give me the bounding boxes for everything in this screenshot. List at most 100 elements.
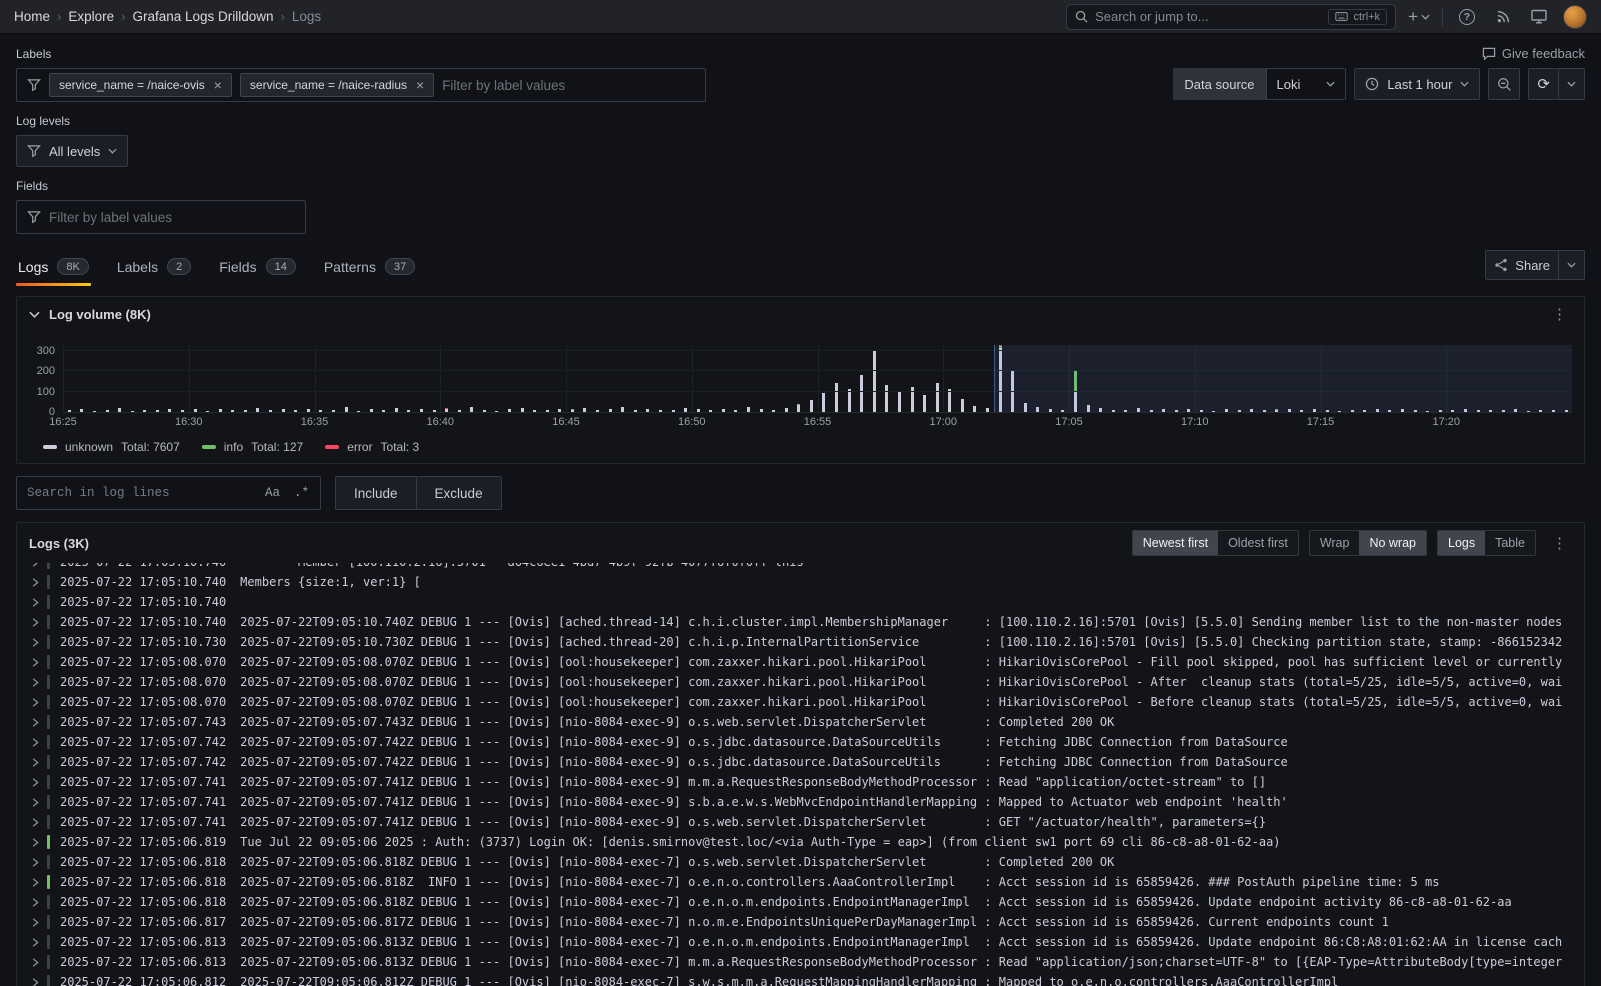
tab-logs[interactable]: Logs8K	[16, 254, 91, 286]
log-row[interactable]: 2025-07-22 17:05:08.0702025-07-22T09:05:…	[27, 652, 1584, 672]
volume-bar[interactable]	[403, 345, 416, 412]
log-row[interactable]: 2025-07-22 17:05:06.8172025-07-22T09:05:…	[27, 912, 1584, 932]
share-dropdown[interactable]	[1559, 251, 1584, 279]
share-main-segment[interactable]: Share	[1486, 251, 1558, 279]
volume-bar[interactable]	[365, 345, 378, 412]
expand-row-icon[interactable]	[30, 778, 40, 787]
volume-bar[interactable]	[264, 345, 277, 412]
volume-bar[interactable]	[855, 345, 868, 412]
volume-bar[interactable]	[830, 345, 843, 412]
match-case-button[interactable]: Aa	[258, 484, 287, 502]
volume-bar[interactable]	[868, 345, 881, 412]
new-menu-button[interactable]: +	[1408, 8, 1430, 25]
log-row[interactable]: 2025-07-22 17:05:06.8132025-07-22T09:05:…	[27, 932, 1584, 952]
volume-bar[interactable]	[969, 345, 982, 412]
volume-bar[interactable]	[755, 345, 768, 412]
volume-bar[interactable]	[377, 345, 390, 412]
log-row[interactable]: 2025-07-22 17:05:08.0702025-07-22T09:05:…	[27, 672, 1584, 692]
breadcrumb-item[interactable]: Grafana Logs Drilldown	[132, 9, 273, 24]
volume-bar[interactable]	[491, 345, 504, 412]
log-row[interactable]: 2025-07-22 17:05:06.8182025-07-22T09:05:…	[27, 852, 1584, 872]
volume-bar[interactable]	[189, 345, 202, 412]
volume-bar[interactable]	[793, 345, 806, 412]
log-row[interactable]: 2025-07-22 17:05:07.7422025-07-22T09:05:…	[27, 732, 1584, 752]
time-range-picker[interactable]: Last 1 hour	[1354, 68, 1480, 100]
expand-row-icon[interactable]	[30, 898, 40, 907]
volume-bar[interactable]	[642, 345, 655, 412]
volume-bar[interactable]	[252, 345, 265, 412]
tab-fields[interactable]: Fields14	[217, 254, 298, 286]
volume-bar[interactable]	[528, 345, 541, 412]
volume-bar[interactable]	[466, 345, 479, 412]
collapse-chevron-icon[interactable]	[29, 311, 40, 318]
fields-filter-input[interactable]: Filter by label values	[16, 200, 306, 234]
volume-bar[interactable]	[767, 345, 780, 412]
avatar[interactable]	[1563, 5, 1587, 29]
close-icon[interactable]: ×	[214, 78, 222, 92]
log-row[interactable]: 2025-07-22 17:05:06.819Tue Jul 22 09:05:…	[27, 832, 1584, 852]
volume-bar[interactable]	[327, 345, 340, 412]
give-feedback-link[interactable]: Give feedback	[1482, 46, 1585, 61]
volume-bar[interactable]	[893, 345, 906, 412]
log-row[interactable]: 2025-07-22 17:05:10.740Members {size:1, …	[27, 572, 1584, 592]
volume-bar[interactable]	[453, 345, 466, 412]
log-row[interactable]: 2025-07-22 17:05:07.7432025-07-22T09:05:…	[27, 712, 1584, 732]
refresh-icon-segment[interactable]: ⟳	[1529, 69, 1558, 99]
log-row[interactable]: 2025-07-22 17:05:07.7412025-07-22T09:05:…	[27, 812, 1584, 832]
label-filter-chip[interactable]: service_name = /naice-radius×	[240, 73, 434, 97]
volume-bar[interactable]	[302, 345, 315, 412]
volume-bar[interactable]	[591, 345, 604, 412]
volume-bar[interactable]	[579, 345, 592, 412]
volume-bar[interactable]	[704, 345, 717, 412]
tab-patterns[interactable]: Patterns37	[322, 254, 417, 286]
volume-bar[interactable]	[616, 345, 629, 412]
volume-bar[interactable]	[289, 345, 302, 412]
volume-bar[interactable]	[717, 345, 730, 412]
log-row[interactable]: 2025-07-22 17:05:06.8122025-07-22T09:05:…	[27, 972, 1584, 986]
toggle-oldest-first[interactable]: Oldest first	[1218, 531, 1298, 555]
log-row[interactable]: 2025-07-22 17:05:06.8182025-07-22T09:05:…	[27, 872, 1584, 892]
include-button[interactable]: Include	[336, 477, 416, 509]
log-row[interactable]: 2025-07-22 17:05:10.740	[27, 592, 1584, 612]
expand-row-icon[interactable]	[30, 818, 40, 827]
news-button[interactable]	[1491, 5, 1515, 29]
time-range-selection[interactable]	[994, 345, 1572, 412]
display-button[interactable]	[1527, 5, 1551, 29]
log-levels-select[interactable]: All levels	[16, 135, 128, 167]
log-row[interactable]: 2025-07-22 17:05:07.7412025-07-22T09:05:…	[27, 792, 1584, 812]
expand-row-icon[interactable]	[30, 658, 40, 667]
toggle-newest-first[interactable]: Newest first	[1133, 531, 1218, 555]
log-line-search-input[interactable]: Search in log lines Aa .*	[16, 476, 321, 510]
volume-bar[interactable]	[227, 345, 240, 412]
volume-bar[interactable]	[503, 345, 516, 412]
volume-bar[interactable]	[692, 345, 705, 412]
expand-row-icon[interactable]	[30, 938, 40, 947]
volume-bar[interactable]	[138, 345, 151, 412]
expand-row-icon[interactable]	[30, 738, 40, 747]
expand-row-icon[interactable]	[30, 918, 40, 927]
volume-bar[interactable]	[881, 345, 894, 412]
search-input[interactable]: Search or jump to... ctrl+k	[1066, 4, 1396, 30]
log-row[interactable]: 2025-07-22 17:05:10.7402025-07-22T09:05:…	[27, 612, 1584, 632]
volume-bar[interactable]	[818, 345, 831, 412]
zoom-out-button[interactable]	[1488, 68, 1520, 100]
volume-bar[interactable]	[629, 345, 642, 412]
expand-row-icon[interactable]	[30, 718, 40, 727]
log-row[interactable]: 2025-07-22 17:05:06.8182025-07-22T09:05:…	[27, 892, 1584, 912]
help-button[interactable]: ?	[1455, 5, 1479, 29]
volume-bar[interactable]	[667, 345, 680, 412]
volume-bar[interactable]	[88, 345, 101, 412]
log-row[interactable]: 2025-07-22 17:05:06.8132025-07-22T09:05:…	[27, 952, 1584, 972]
volume-bar[interactable]	[277, 345, 290, 412]
regex-button[interactable]: .*	[287, 484, 316, 502]
label-filter-chip[interactable]: service_name = /naice-ovis×	[49, 73, 232, 97]
volume-bar[interactable]	[478, 345, 491, 412]
volume-bar[interactable]	[541, 345, 554, 412]
volume-bar[interactable]	[440, 345, 453, 412]
volume-bar[interactable]	[906, 345, 919, 412]
volume-bar[interactable]	[956, 345, 969, 412]
close-icon[interactable]: ×	[416, 78, 424, 92]
volume-bar[interactable]	[604, 345, 617, 412]
legend-item-unknown[interactable]: unknownTotal: 7607	[43, 440, 180, 454]
volume-bar[interactable]	[730, 345, 743, 412]
